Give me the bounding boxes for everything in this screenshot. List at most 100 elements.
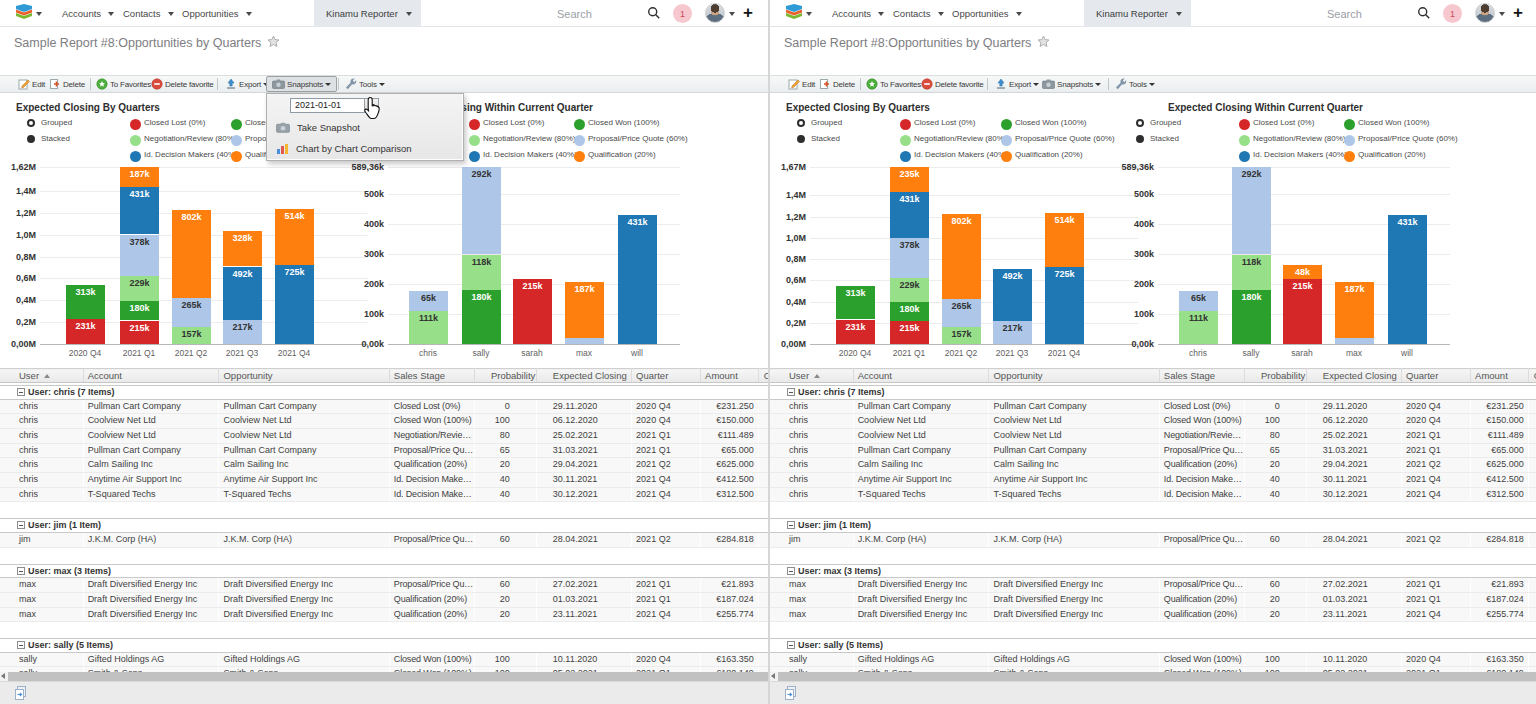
horizontal-scrollbar[interactable]: [0, 672, 768, 681]
col-header-opportunity[interactable]: Opportunity: [219, 369, 389, 383]
legend-label-closed-won[interactable]: Closed Won (100%): [588, 118, 659, 127]
col-header-probability[interactable]: Probability: [474, 369, 536, 383]
legend-dot-closed-lost[interactable]: [1239, 119, 1250, 130]
table-row[interactable]: chrisT-Squared TechsT-Squared TechsId. D…: [770, 487, 1536, 502]
scroll-left-icon[interactable]: [1, 673, 5, 679]
legend-dot-closed-won[interactable]: [574, 119, 585, 130]
stacked-radio[interactable]: [1136, 135, 1144, 143]
export-report-icon[interactable]: [784, 686, 798, 704]
legend-dot-id-decision-makers[interactable]: [1239, 151, 1250, 162]
col-header-opportunity[interactable]: Opportunity: [989, 369, 1159, 383]
bar-segment-proposal-price-quote[interactable]: [565, 338, 604, 344]
scrollbar-thumb[interactable]: [8, 672, 768, 681]
table-row[interactable]: chrisCoolview Net LtdCoolview Net LtdNeg…: [770, 428, 1536, 443]
collapse-icon[interactable]: [787, 641, 795, 649]
col-header-expected-closing[interactable]: Expected Closing: [536, 369, 631, 383]
col-header-amount[interactable]: Amount: [701, 369, 759, 383]
bar-segment-id-decision-makers[interactable]: [618, 215, 657, 344]
col-header-probability[interactable]: Probability: [1244, 369, 1306, 383]
table-row[interactable]: chrisAnytime Air Support IncAnytime Air …: [0, 473, 768, 488]
bar-segment-id-decision-makers[interactable]: [1388, 215, 1427, 344]
collapse-icon[interactable]: [787, 567, 795, 575]
legend-dot-negotiation-review[interactable]: [469, 135, 480, 146]
table-row[interactable]: chrisCoolview Net LtdCoolview Net LtdClo…: [770, 414, 1536, 429]
table-row[interactable]: maxDraft Diversified Energy IncDraft Div…: [770, 607, 1536, 622]
col-header-currency[interactable]: Currency: [1528, 369, 1536, 383]
table-row[interactable]: chrisPullman Cart CompanyPullman Cart Co…: [770, 399, 1536, 414]
legend-label-id-decision-makers[interactable]: Id. Decision Makers (40%): [483, 150, 577, 159]
table-row[interactable]: jimJ.K.M. Corp (HA)J.K.M. Corp (HA)Propo…: [0, 532, 768, 547]
table-row[interactable]: chrisT-Squared TechsT-Squared TechsId. D…: [0, 487, 768, 502]
legend-label-closed-lost[interactable]: Closed Lost (0%): [1253, 118, 1314, 127]
group-header-row[interactable]: User: max (3 Items): [770, 564, 1536, 578]
col-header-quarter[interactable]: Quarter: [1402, 369, 1471, 383]
legend-label-proposal-price-quote[interactable]: Proposal/Price Quote (60%): [588, 134, 688, 143]
legend-dot-closed-lost[interactable]: [469, 119, 480, 130]
table-row[interactable]: chrisPullman Cart CompanyPullman Cart Co…: [0, 399, 768, 414]
table-row[interactable]: maxDraft Diversified Energy IncDraft Div…: [770, 592, 1536, 607]
group-header-row[interactable]: User: sally (5 Items): [770, 639, 1536, 653]
collapse-icon[interactable]: [17, 641, 25, 649]
collapse-icon[interactable]: [787, 521, 795, 529]
col-header-quarter[interactable]: Quarter: [632, 369, 701, 383]
table-row[interactable]: chrisCoolview Net LtdCoolview Net LtdNeg…: [0, 428, 768, 443]
col-header-user[interactable]: User: [0, 369, 83, 383]
bar-segment-proposal-price-quote[interactable]: [1335, 338, 1374, 344]
collapse-icon[interactable]: [17, 567, 25, 575]
menu-chart-comparison[interactable]: Chart by Chart Comparison: [267, 139, 465, 158]
table-row[interactable]: chrisCoolview Net LtdCoolview Net LtdClo…: [0, 414, 768, 429]
table-row[interactable]: jimJ.K.M. Corp (HA)J.K.M. Corp (HA)Propo…: [770, 532, 1536, 547]
table-row[interactable]: chrisPullman Cart CompanyPullman Cart Co…: [770, 443, 1536, 458]
collapse-icon[interactable]: [787, 388, 795, 396]
bar-segment-proposal-price-quote[interactable]: [1232, 167, 1271, 255]
table-row[interactable]: chrisCalm Sailing IncCalm Sailing IncQua…: [770, 458, 1536, 473]
legend-label-closed-lost[interactable]: Closed Lost (0%): [483, 118, 544, 127]
legend-label-closed-won[interactable]: Closed Won (100%): [1358, 118, 1429, 127]
legend-dot-closed-won[interactable]: [1344, 119, 1355, 130]
collapse-icon[interactable]: [17, 521, 25, 529]
table-row[interactable]: chrisCalm Sailing IncCalm Sailing IncQua…: [0, 458, 768, 473]
group-header-row[interactable]: User: jim (1 Item): [770, 519, 1536, 533]
table-row[interactable]: chrisAnytime Air Support IncAnytime Air …: [770, 473, 1536, 488]
legend-dot-id-decision-makers[interactable]: [469, 151, 480, 162]
col-header-expected-closing[interactable]: Expected Closing: [1306, 369, 1401, 383]
horizontal-scrollbar[interactable]: [770, 672, 1536, 681]
legend-dot-negotiation-review[interactable]: [1239, 135, 1250, 146]
col-header-sales-stage[interactable]: Sales Stage: [389, 369, 474, 383]
legend-dot-qualification[interactable]: [1344, 151, 1355, 162]
col-header-sales-stage[interactable]: Sales Stage: [1159, 369, 1244, 383]
col-header-currency[interactable]: Currency: [758, 369, 768, 383]
table-row[interactable]: chrisPullman Cart CompanyPullman Cart Co…: [0, 443, 768, 458]
legend-label-qualification[interactable]: Qualification (20%): [588, 150, 656, 159]
group-header-row[interactable]: User: chris (7 Items): [770, 386, 1536, 400]
menu-take-snapshot[interactable]: Take Snapshot: [267, 118, 465, 137]
export-report-icon[interactable]: [14, 686, 28, 704]
table-row[interactable]: maxDraft Diversified Energy IncDraft Div…: [0, 592, 768, 607]
table-row[interactable]: maxDraft Diversified Energy IncDraft Div…: [0, 607, 768, 622]
table-row[interactable]: sallyGifted Holdings AGGifted Holdings A…: [770, 652, 1536, 667]
col-header-amount[interactable]: Amount: [1471, 369, 1529, 383]
col-header-account[interactable]: Account: [853, 369, 989, 383]
group-header-row[interactable]: User: sally (5 Items): [0, 639, 768, 653]
scroll-left-icon[interactable]: [771, 673, 775, 679]
scrollbar-thumb[interactable]: [778, 672, 1536, 681]
legend-dot-proposal-price-quote[interactable]: [574, 135, 585, 146]
legend-dot-qualification[interactable]: [574, 151, 585, 162]
table-row[interactable]: maxDraft Diversified Energy IncDraft Div…: [770, 578, 1536, 593]
grouped-radio[interactable]: [1136, 119, 1144, 127]
table-row[interactable]: maxDraft Diversified Energy IncDraft Div…: [0, 578, 768, 593]
collapse-icon[interactable]: [17, 388, 25, 396]
legend-label-negotiation-review[interactable]: Negotiation/Review (80%): [1253, 134, 1346, 143]
legend-label-proposal-price-quote[interactable]: Proposal/Price Quote (60%): [1358, 134, 1458, 143]
group-header-row[interactable]: User: chris (7 Items): [0, 386, 768, 400]
table-row[interactable]: sallyGifted Holdings AGGifted Holdings A…: [0, 652, 768, 667]
legend-label-negotiation-review[interactable]: Negotiation/Review (80%): [483, 134, 576, 143]
group-header-row[interactable]: User: max (3 Items): [0, 564, 768, 578]
col-header-user[interactable]: User: [770, 369, 853, 383]
legend-label-qualification[interactable]: Qualification (20%): [1358, 150, 1426, 159]
legend-dot-proposal-price-quote[interactable]: [1344, 135, 1355, 146]
group-header-row[interactable]: User: jim (1 Item): [0, 519, 768, 533]
bar-segment-proposal-price-quote[interactable]: [462, 167, 501, 255]
col-header-account[interactable]: Account: [83, 369, 219, 383]
legend-label-id-decision-makers[interactable]: Id. Decision Makers (40%): [1253, 150, 1347, 159]
